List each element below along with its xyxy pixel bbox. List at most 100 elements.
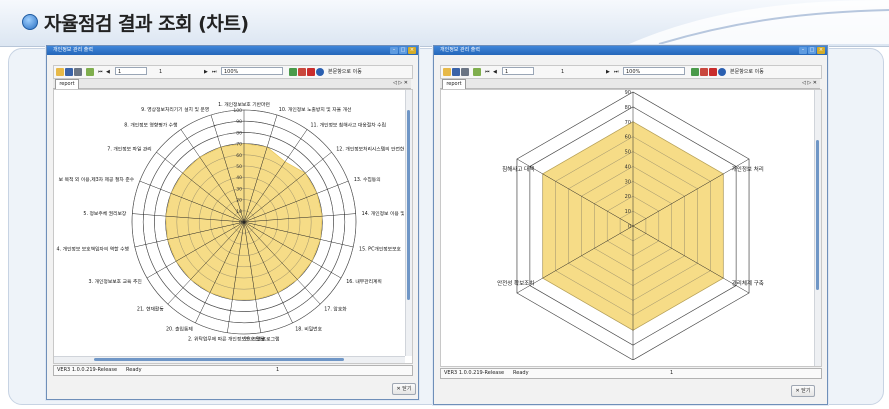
first-page-icon[interactable]: ⏮ (98, 67, 103, 77)
hscroll-thumb[interactable] (94, 358, 344, 361)
goto-button[interactable]: 본문항으로 이동 (730, 67, 764, 77)
report-tabbar: report ◁ ▷ ✕ (53, 79, 411, 89)
report-toolbar: ⏮ ◀ 1 1 ▶ ⏭ 100% 본문항으로 이동 (53, 65, 413, 79)
ready-text: Ready (126, 367, 142, 373)
tick-label: 20 (625, 194, 631, 200)
zoom-select[interactable]: 100% (623, 67, 685, 75)
excel-icon[interactable] (691, 68, 699, 76)
window-titlebar[interactable]: 개인정보 관리 출력 – □ × (47, 46, 418, 55)
tab-nav[interactable]: ◁ ▷ ✕ (393, 78, 408, 88)
help-icon[interactable] (718, 68, 726, 76)
version-text: VER3 1.0.0.219-Release (444, 370, 505, 376)
vertical-scrollbar[interactable] (814, 90, 821, 366)
close-button[interactable]: ✕ 닫기 (791, 385, 815, 397)
next-page-icon[interactable]: ▶ (204, 67, 208, 77)
category-label: 보 목적 외 이용,제3자 제공 절차 준수 (59, 176, 135, 183)
radar-chart-summary: 0 10 20 30 40 50 60 70 80 90 개인정보 처리관리체계 구축 안전성 확보조… (497, 90, 764, 361)
excel-icon[interactable] (289, 68, 297, 76)
category-label: 10. 개인정보 노출방지 및 자율 개선 (279, 106, 352, 113)
tick-label: 10 (236, 209, 242, 215)
minimize-icon[interactable]: – (390, 47, 398, 54)
maximize-icon[interactable]: □ (399, 47, 407, 54)
tick-label: 50 (625, 150, 631, 156)
window-titlebar[interactable]: 개인정보 관리 출력 – □ × (434, 46, 827, 55)
prev-page-icon[interactable]: ◀ (106, 67, 110, 77)
right-report-window: 개인정보 관리 출력 – □ × ⏮ ◀ 1 1 ▶ ⏭ 100% 본문항으로 … (433, 45, 828, 405)
tick-label: 50 (236, 164, 242, 170)
print-icon[interactable] (74, 68, 82, 76)
category-label: 15. PC개인정보보호 (359, 245, 401, 252)
tick-label: 70 (625, 120, 631, 126)
tick-label: 70 (236, 142, 242, 148)
category-label: 20. 출입통제 (166, 325, 193, 332)
report-content: 0 10 20 30 40 50 60 70 80 90 100 1. 개인정보보호 기반마련 10. … (53, 89, 413, 364)
tick-label: 90 (236, 119, 242, 125)
tick-label: 60 (236, 153, 242, 159)
status-bar: VER3 1.0.0.219-Release Ready 1 (53, 365, 413, 376)
category-label: 8. 개인정보 영향평가 수행 (124, 122, 177, 129)
page-input[interactable]: 1 (502, 67, 534, 75)
category-label: 2. 위탁업무에 따른 개인정보보호 활동 (188, 336, 265, 343)
export-icon[interactable] (86, 68, 94, 76)
scroll-thumb[interactable] (816, 140, 819, 290)
category-label: 9. 영상정보처리기기 설치 및 운영 (141, 106, 209, 113)
first-page-icon[interactable]: ⏮ (485, 67, 490, 77)
category-label: 1. 개인정보보호 기반마련 (218, 101, 270, 108)
tick-label: 90 (625, 90, 631, 96)
page-total: 1 (159, 69, 163, 75)
tab-report[interactable]: report (442, 79, 466, 89)
report-content: 0 10 20 30 40 50 60 70 80 90 개인정보 처리 관리체계 구축 안전성 확보조… (440, 89, 822, 367)
last-page-icon[interactable]: ⏭ (614, 67, 619, 77)
minimize-icon[interactable]: – (799, 47, 807, 54)
hwp-icon[interactable] (709, 68, 717, 76)
category-label: 21. 현재활동 (137, 306, 164, 313)
close-icon[interactable]: × (817, 47, 825, 54)
open-icon[interactable] (56, 68, 64, 76)
category-label: 5. 정보주체 권리보장 (83, 210, 127, 217)
last-page-icon[interactable]: ⏭ (212, 67, 217, 77)
maximize-icon[interactable]: □ (808, 47, 816, 54)
category-label: 14. 개인정보 이용 및 관리 (362, 210, 404, 217)
window-title: 개인정보 관리 출력 (440, 47, 480, 53)
open-icon[interactable] (443, 68, 451, 76)
status-page: 1 (670, 370, 674, 376)
tick-label: 30 (236, 186, 242, 192)
tick-label: 40 (625, 164, 631, 170)
prev-page-icon[interactable]: ◀ (493, 67, 497, 77)
tab-report[interactable]: report (55, 79, 79, 89)
hwp-icon[interactable] (307, 68, 315, 76)
tick-label: 10 (625, 209, 631, 215)
close-button[interactable]: ✕ 닫기 (392, 383, 416, 395)
vertical-scrollbar[interactable] (405, 90, 412, 356)
goto-button[interactable]: 본문항으로 이동 (328, 67, 362, 77)
report-tabbar: report ◁ ▷ ✕ (440, 79, 820, 89)
help-icon[interactable] (316, 68, 324, 76)
save-icon[interactable] (452, 68, 460, 76)
scroll-thumb[interactable] (407, 110, 410, 300)
print-icon[interactable] (461, 68, 469, 76)
horizontal-scrollbar[interactable] (54, 356, 405, 363)
tick-label: 80 (625, 105, 631, 111)
category-label: 16. 내부관리계획 (346, 278, 382, 285)
tick-label: 30 (625, 179, 631, 185)
export-icon[interactable] (473, 68, 481, 76)
page-title: 자율점검 결과 조회 (차트) (44, 13, 249, 35)
category-label: 7. 개인정보 파일 관리 (107, 145, 151, 152)
category-label: 11. 개인정보 침해사고 대응절차 수립 (310, 122, 386, 129)
page-input[interactable]: 1 (115, 67, 147, 75)
pdf-icon[interactable] (298, 68, 306, 76)
category-label: 18. 비밀번호 (295, 325, 322, 332)
category-label: 개인정보 처리 (732, 165, 764, 173)
radar-chart-detailed: 0 10 20 30 40 50 60 70 80 90 1001. 개인정보보호 기반마련 10. … (56, 101, 412, 343)
page-header: 자율점검 결과 조회 (차트) (0, 0, 889, 47)
tab-nav[interactable]: ◁ ▷ ✕ (802, 78, 817, 88)
zoom-select[interactable]: 100% (221, 67, 283, 75)
next-page-icon[interactable]: ▶ (606, 67, 610, 77)
close-icon[interactable]: × (408, 47, 416, 54)
pdf-icon[interactable] (700, 68, 708, 76)
page-total: 1 (561, 69, 565, 75)
bullet-icon (22, 14, 38, 30)
status-page: 1 (276, 367, 280, 373)
window-title: 개인정보 관리 출력 (53, 47, 93, 53)
save-icon[interactable] (65, 68, 73, 76)
